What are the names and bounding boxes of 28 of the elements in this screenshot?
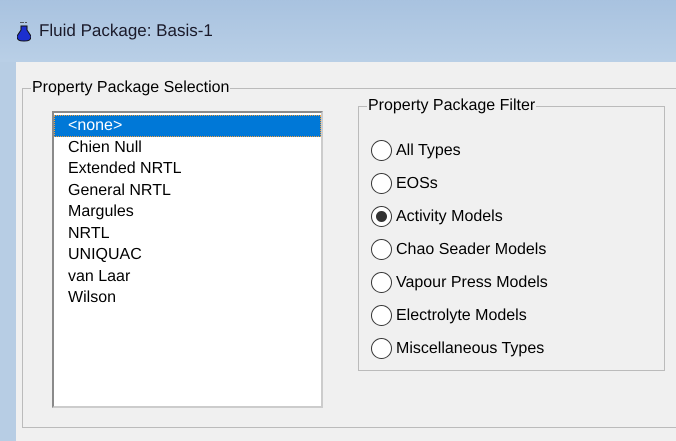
radio-button[interactable]: [371, 305, 392, 326]
list-item[interactable]: NRTL: [54, 222, 321, 244]
radio-label[interactable]: Miscellaneous Types: [396, 336, 544, 360]
radio-button[interactable]: [371, 173, 392, 194]
group-title: Property Package Selection: [31, 79, 230, 97]
window-title: Fluid Package: Basis-1: [39, 20, 213, 42]
radio-label[interactable]: Chao Seader Models: [396, 238, 546, 262]
list-item[interactable]: van Laar: [54, 266, 321, 287]
list-item[interactable]: Wilson: [54, 287, 321, 308]
list-item[interactable]: Chien Null: [54, 136, 321, 158]
list-item[interactable]: <none>: [54, 115, 321, 136]
radio-button[interactable]: [371, 206, 392, 227]
radio-button[interactable]: [371, 140, 392, 161]
radio-label[interactable]: All Types: [396, 138, 461, 162]
radio-label[interactable]: Electrolyte Models: [396, 304, 527, 328]
list-item[interactable]: UNIQUAC: [54, 244, 321, 266]
radio-label[interactable]: Vapour Press Models: [396, 270, 548, 294]
list-item[interactable]: Margules: [54, 201, 321, 222]
radio-button[interactable]: [371, 272, 392, 293]
list-item[interactable]: General NRTL: [54, 180, 321, 201]
radio-button[interactable]: [371, 338, 392, 359]
radio-label[interactable]: EOSs: [396, 172, 438, 196]
radio-button[interactable]: [371, 239, 392, 260]
radio-label[interactable]: Activity Models: [396, 204, 503, 228]
group-title: Property Package Filter: [367, 97, 536, 115]
list-item[interactable]: Extended NRTL: [54, 158, 321, 180]
package-list[interactable]: <none> Chien Null Extended NRTL General NRTL Margules NRTL UNIQUAC van Laar Wilson: [52, 111, 323, 408]
flask-icon: [17, 20, 31, 42]
